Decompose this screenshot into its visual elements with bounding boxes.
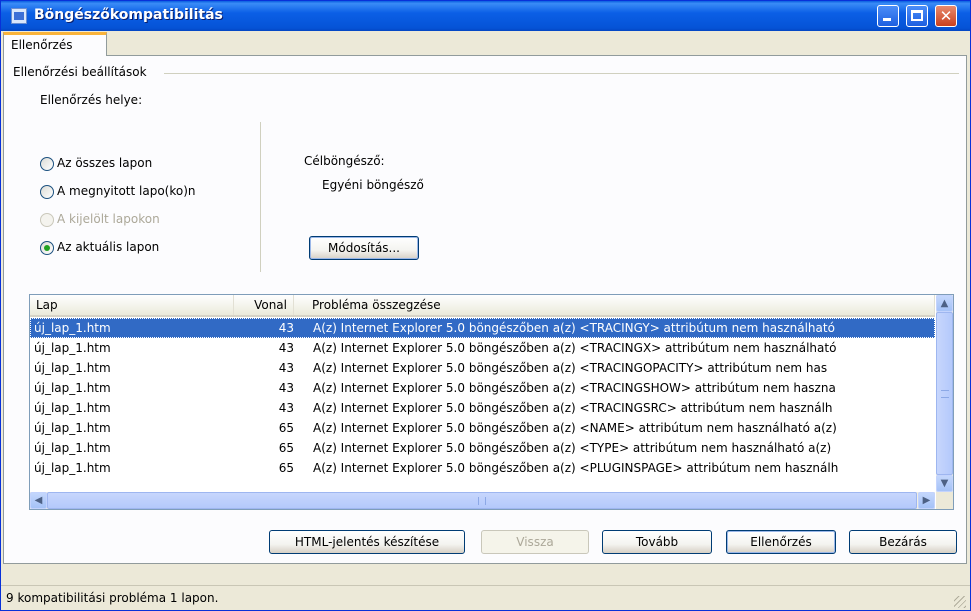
minimize-button[interactable]: [877, 5, 899, 27]
cell-lap: új_lap_1.htm: [34, 321, 111, 335]
table-row[interactable]: új_lap_1.htm 43 A(z) Internet Explorer 5…: [30, 318, 935, 338]
close-button[interactable]: Bezárás: [849, 530, 957, 554]
scroll-down-button[interactable]: ▼: [936, 475, 953, 492]
radio-label: A kijelölt lapokon: [57, 212, 160, 226]
next-button[interactable]: Tovább: [602, 530, 712, 554]
table-row[interactable]: új_lap_1.htm 43 A(z) Internet Explorer 5…: [30, 378, 935, 398]
browser-compatibility-window: Böngészőkompatibilitás ✕ Ellenőrzés Elle…: [0, 0, 971, 611]
horizontal-scroll-thumb[interactable]: [47, 492, 917, 509]
cell-vonal: 65: [278, 441, 294, 455]
column-header-problem[interactable]: Probléma összegzése: [294, 295, 935, 315]
cell-lap: új_lap_1.htm: [34, 441, 111, 455]
list-rows: új_lap_1.htm 43 A(z) Internet Explorer 5…: [30, 318, 935, 478]
maximize-button[interactable]: [906, 5, 928, 27]
radio-circle: [40, 213, 54, 227]
grip-icon: [478, 497, 486, 505]
scroll-up-button[interactable]: ▲: [936, 295, 953, 312]
cell-lap: új_lap_1.htm: [34, 401, 111, 415]
cell-vonal: 65: [278, 461, 294, 475]
table-row[interactable]: új_lap_1.htm 43 A(z) Internet Explorer 5…: [30, 338, 935, 358]
grip-icon: [941, 390, 949, 398]
cell-vonal: 43: [278, 381, 294, 395]
cell-problem: A(z) Internet Explorer 5.0 böngészőben a…: [313, 341, 837, 355]
status-text: 9 kompatibilitási probléma 1 lapon.: [6, 591, 219, 605]
cell-vonal: 43: [278, 341, 294, 355]
close-window-button[interactable]: ✕: [935, 5, 957, 27]
window-title: Böngészőkompatibilitás: [34, 7, 223, 23]
close-icon: ✕: [939, 7, 953, 25]
app-icon: [11, 8, 27, 24]
cell-problem: A(z) Internet Explorer 5.0 böngészőben a…: [313, 441, 832, 455]
target-browser-value: Egyéni böngésző: [322, 178, 424, 192]
horizontal-scrollbar[interactable]: ◀ ▶: [30, 492, 935, 509]
scroll-right-button[interactable]: ▶: [918, 492, 935, 509]
column-header-lap[interactable]: Lap: [30, 295, 234, 315]
check-button[interactable]: Ellenőrzés: [726, 530, 836, 554]
settings-group-label: Ellenőrzési beállítások: [13, 65, 153, 79]
radio-circle-checked[interactable]: [40, 241, 54, 255]
location-label: Ellenőrzés helye:: [40, 93, 143, 107]
results-list[interactable]: Lap Vonal Probléma összegzése új_lap_1.h…: [29, 294, 954, 510]
radio-label: Az összes lapon: [57, 156, 153, 170]
radio-circle[interactable]: [40, 185, 54, 199]
column-header-vonal[interactable]: Vonal: [234, 295, 294, 315]
scroll-corner: [936, 492, 953, 509]
cell-problem: A(z) Internet Explorer 5.0 böngészőben a…: [313, 421, 837, 435]
group-divider: [164, 73, 959, 74]
scroll-left-button[interactable]: ◀: [30, 492, 47, 509]
vertical-scrollbar[interactable]: ▲ ▼: [936, 295, 953, 492]
cell-problem: A(z) Internet Explorer 5.0 böngészőben a…: [313, 401, 833, 415]
table-row[interactable]: új_lap_1.htm 65 A(z) Internet Explorer 5…: [30, 458, 935, 478]
resize-grip-icon[interactable]: [954, 596, 966, 608]
table-row[interactable]: új_lap_1.htm 65 A(z) Internet Explorer 5…: [30, 418, 935, 438]
cell-lap: új_lap_1.htm: [34, 461, 111, 475]
back-button: Vissza: [481, 530, 589, 554]
vertical-scroll-thumb[interactable]: [936, 312, 953, 475]
tab-panel: Ellenőrzési beállítások Ellenőrzés helye…: [3, 55, 967, 564]
cell-problem: A(z) Internet Explorer 5.0 böngészőben a…: [313, 321, 835, 335]
cell-lap: új_lap_1.htm: [34, 421, 111, 435]
table-row[interactable]: új_lap_1.htm 43 A(z) Internet Explorer 5…: [30, 398, 935, 418]
radio-label: A megnyitott lapo(ko)n: [57, 184, 196, 198]
title-bar[interactable]: Böngészőkompatibilitás ✕: [1, 1, 970, 31]
cell-lap: új_lap_1.htm: [34, 381, 111, 395]
cell-vonal: 43: [278, 401, 294, 415]
cell-vonal: 43: [278, 321, 294, 335]
cell-problem: A(z) Internet Explorer 5.0 böngészőben a…: [313, 381, 836, 395]
table-row[interactable]: új_lap_1.htm 65 A(z) Internet Explorer 5…: [30, 438, 935, 458]
tab-ellenorzes[interactable]: Ellenőrzés: [3, 32, 107, 56]
cell-vonal: 65: [278, 421, 294, 435]
cell-lap: új_lap_1.htm: [34, 341, 111, 355]
list-header: Lap Vonal Probléma összegzése: [30, 295, 935, 317]
status-bar: 9 kompatibilitási probléma 1 lapon.: [1, 585, 970, 610]
html-report-button[interactable]: HTML-jelentés készítése: [269, 530, 465, 554]
modify-button[interactable]: Módosítás...: [309, 236, 419, 260]
radio-label: Az aktuális lapon: [57, 240, 160, 254]
cell-lap: új_lap_1.htm: [34, 361, 111, 375]
vertical-divider: [260, 122, 261, 272]
table-row[interactable]: új_lap_1.htm 43 A(z) Internet Explorer 5…: [30, 358, 935, 378]
cell-problem: A(z) Internet Explorer 5.0 böngészőben a…: [313, 361, 828, 375]
radio-circle[interactable]: [40, 157, 54, 171]
cell-vonal: 43: [278, 361, 294, 375]
target-browser-label: Célböngésző:: [304, 154, 385, 168]
cell-problem: A(z) Internet Explorer 5.0 böngészőben a…: [313, 461, 839, 475]
